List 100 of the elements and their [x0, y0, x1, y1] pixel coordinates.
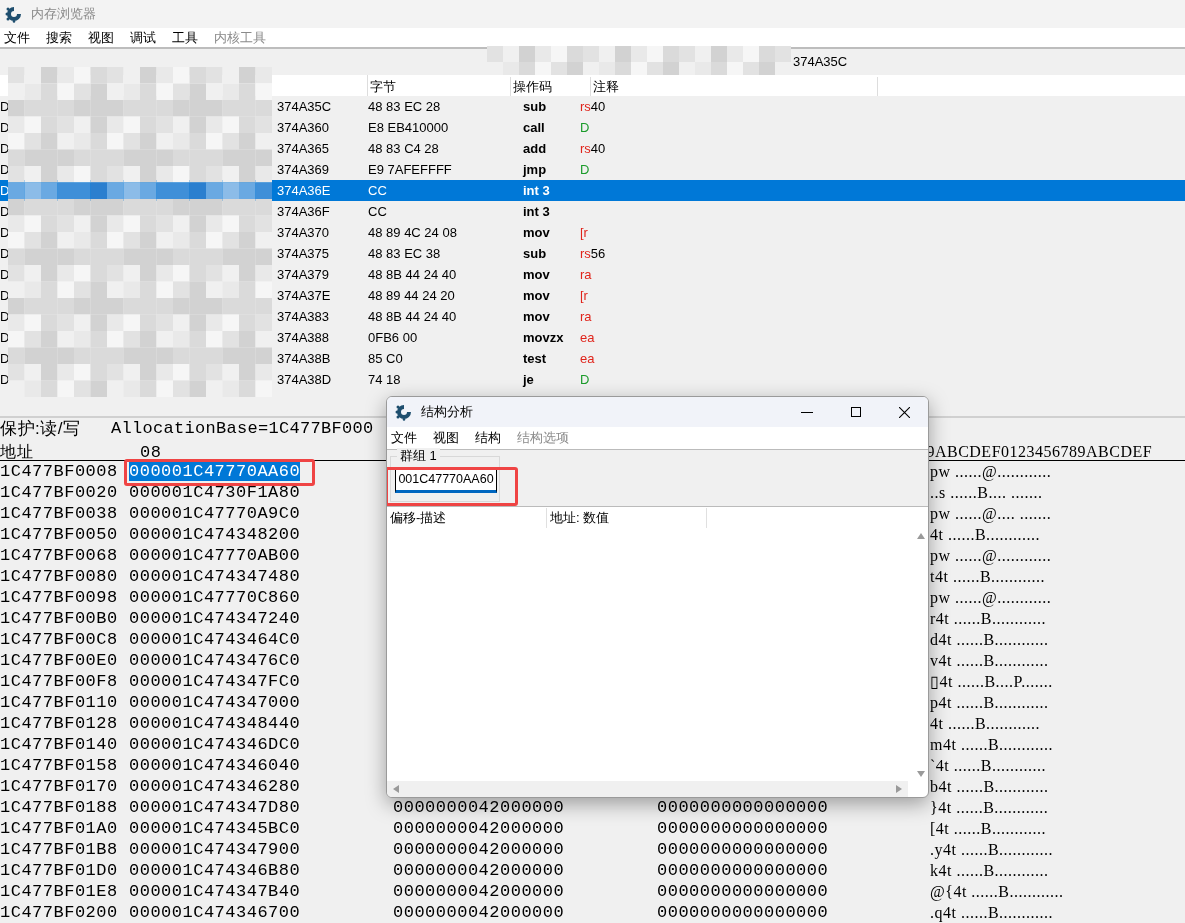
value-cell[interactable]: 000001C474348200 — [129, 525, 301, 544]
value-cell[interactable]: 000001C474345BC0 — [129, 819, 301, 838]
value-cell[interactable]: 000001C474347480 — [129, 567, 301, 586]
value-cell[interactable]: 000001C47770C860 — [129, 588, 301, 607]
opcode-cell-text: sub — [523, 244, 548, 263]
value-cell: 0000000042000000 — [393, 903, 565, 922]
value-cell[interactable]: 000001C474347D80 — [129, 798, 301, 817]
value-cell: 0000000000000000 — [657, 882, 829, 901]
value-cell[interactable]: 000001C474347FC0 — [129, 672, 301, 691]
address-cell-text: 1C477BF00C8 — [0, 629, 119, 650]
value-cell[interactable]: 000001C474347900 — [129, 840, 301, 859]
ascii-cell-text: .y4t ......B............ — [930, 840, 1054, 860]
menu-item[interactable]: 结构 — [475, 428, 501, 448]
minimize-icon[interactable] — [801, 411, 813, 413]
value-cell[interactable]: 000001C47770AB00 — [129, 546, 301, 565]
value-cell[interactable]: 000001C47770A9C0 — [129, 504, 301, 523]
gear-icon — [5, 5, 23, 23]
value-cell[interactable]: 000001C474346B80 — [129, 861, 301, 880]
comment-cell-text: D — [580, 370, 591, 389]
value-cell: 0000000000000000 — [657, 819, 829, 838]
menu-item[interactable]: 视图 — [88, 27, 114, 48]
address-cell-text: 1C477BF0008 — [0, 461, 119, 482]
address-cell-text: 1C477BF0128 — [0, 713, 119, 734]
menu-item[interactable]: 文件 — [4, 27, 30, 48]
ascii-cell-text: t4t ......B............ — [930, 567, 1046, 587]
bytes-cell-text: 85 C0 — [368, 349, 404, 368]
value-cell[interactable]: 000001C474346280 — [129, 777, 301, 796]
ascii-cell-text: }4t ......B............ — [930, 798, 1049, 818]
address-cell-text: 1C477BF0098 — [0, 587, 119, 608]
ascii-cell-text: @{4t ......B............ — [930, 882, 1064, 902]
value-cell: 0000000042000000 — [393, 882, 565, 901]
value-cell[interactable]: 000001C474347B40 — [129, 882, 301, 901]
address-cell-text: 1C477BF01B8 — [0, 839, 119, 860]
value-cell[interactable]: 000001C474347240 — [129, 609, 301, 628]
opcode-cell-text: sub — [523, 97, 548, 116]
bytes-cell-text: 48 89 44 24 20 — [368, 286, 456, 305]
bytes-cell-text: CC — [368, 181, 388, 200]
opcode-cell-text: mov — [523, 307, 551, 326]
value-cell: 0000000000000000 — [657, 798, 829, 817]
address-cell-text: 1C477BF0050 — [0, 524, 119, 545]
address-cell-text: 374A370 — [277, 223, 331, 242]
address-cell-text: 1C477BF0140 — [0, 734, 119, 755]
value-cell[interactable]: 000001C474346700 — [129, 903, 301, 922]
value-cell[interactable]: 000001C47770AA60 — [129, 462, 301, 481]
bytes-cell-text: E8 EB410000 — [368, 118, 450, 137]
opcode-cell-text: mov — [523, 223, 551, 242]
comment-cell-text: ea — [580, 349, 596, 368]
address-cell-text: 374A36F — [277, 202, 331, 221]
comment-cell-text: rs56 — [580, 244, 607, 263]
menu-item[interactable]: 调试 — [130, 27, 156, 48]
value-cell: 0000000042000000 — [393, 840, 565, 859]
window-title: 内存浏览器 — [31, 5, 96, 24]
address-cell-text: 1C477BF0038 — [0, 503, 119, 524]
opcode-cell-text: int 3 — [523, 181, 551, 200]
ascii-cell-text: pw ......@............ — [930, 546, 1052, 566]
address-cell-text: 1C477BF00E0 — [0, 650, 119, 671]
comment-cell-text: D — [580, 118, 591, 137]
value-cell[interactable]: 000001C474346DC0 — [129, 735, 301, 754]
ascii-cell-text: ..s ......B.... ....... — [930, 483, 1043, 503]
value-cell[interactable]: 000001C474348440 — [129, 714, 301, 733]
menu-item[interactable]: 工具 — [172, 27, 198, 48]
address-cell-text: 1C477BF0080 — [0, 566, 119, 587]
menu-item[interactable]: 搜索 — [46, 27, 72, 48]
address-cell-text: 374A365 — [277, 139, 331, 158]
address-cell-text: 374A38B — [277, 349, 332, 368]
dialog-title: 结构分析 — [421, 403, 474, 422]
maximize-icon[interactable] — [851, 407, 861, 417]
address-cell-text: 1C477BF01A0 — [0, 818, 119, 839]
opcode-cell-text: movzx — [523, 328, 565, 347]
value-cell: 0000000000000000 — [657, 861, 829, 880]
ascii-cell-text: pw ......@............ — [930, 462, 1052, 482]
address-cell-text: 374A383 — [277, 307, 331, 326]
group-label: 群组 1 — [397, 448, 440, 463]
value-cell[interactable]: 000001C474347000 — [129, 693, 301, 712]
address-cell-text: 1C477BF0188 — [0, 797, 119, 818]
opcode-cell-text: call — [523, 118, 546, 137]
column-header: 08 — [140, 442, 162, 460]
close-icon[interactable] — [899, 406, 910, 418]
address-cell-text: 374A36E — [277, 181, 332, 200]
comment-cell-text: rs40 — [580, 97, 607, 116]
horizontal-scrollbar[interactable] — [387, 781, 908, 797]
bytes-cell-text: 48 8B 44 24 40 — [368, 307, 458, 326]
value-cell[interactable]: 000001C4730F1A80 — [129, 483, 301, 502]
value-cell[interactable]: 000001C474346040 — [129, 756, 301, 775]
menu-item[interactable]: 视图 — [433, 428, 459, 448]
bytes-cell-text: 48 8B 44 24 40 — [368, 265, 458, 284]
value-cell[interactable]: 000001C4743476C0 — [129, 651, 301, 670]
opcode-cell-text: add — [523, 139, 548, 158]
column-header: 9ABCDEF0123456789ABCDEF — [926, 442, 1153, 460]
opcode-cell-text: mov — [523, 265, 551, 284]
bytes-cell-text: 48 83 C4 28 — [368, 139, 440, 158]
address-text: 374A35C — [793, 53, 848, 72]
menu-item[interactable]: 文件 — [391, 428, 417, 448]
ascii-cell-text: 4t ......B............ — [930, 714, 1041, 734]
value-cell[interactable]: 000001C4743464C0 — [129, 630, 301, 649]
ascii-cell-text: [4t ......B............ — [930, 819, 1046, 839]
address-cell-text: 1C477BF01D0 — [0, 860, 119, 881]
address-cell-text: 1C477BF0158 — [0, 755, 119, 776]
address-cell-text: 1C477BF0200 — [0, 902, 119, 923]
comment-cell-text: ea — [580, 328, 596, 347]
